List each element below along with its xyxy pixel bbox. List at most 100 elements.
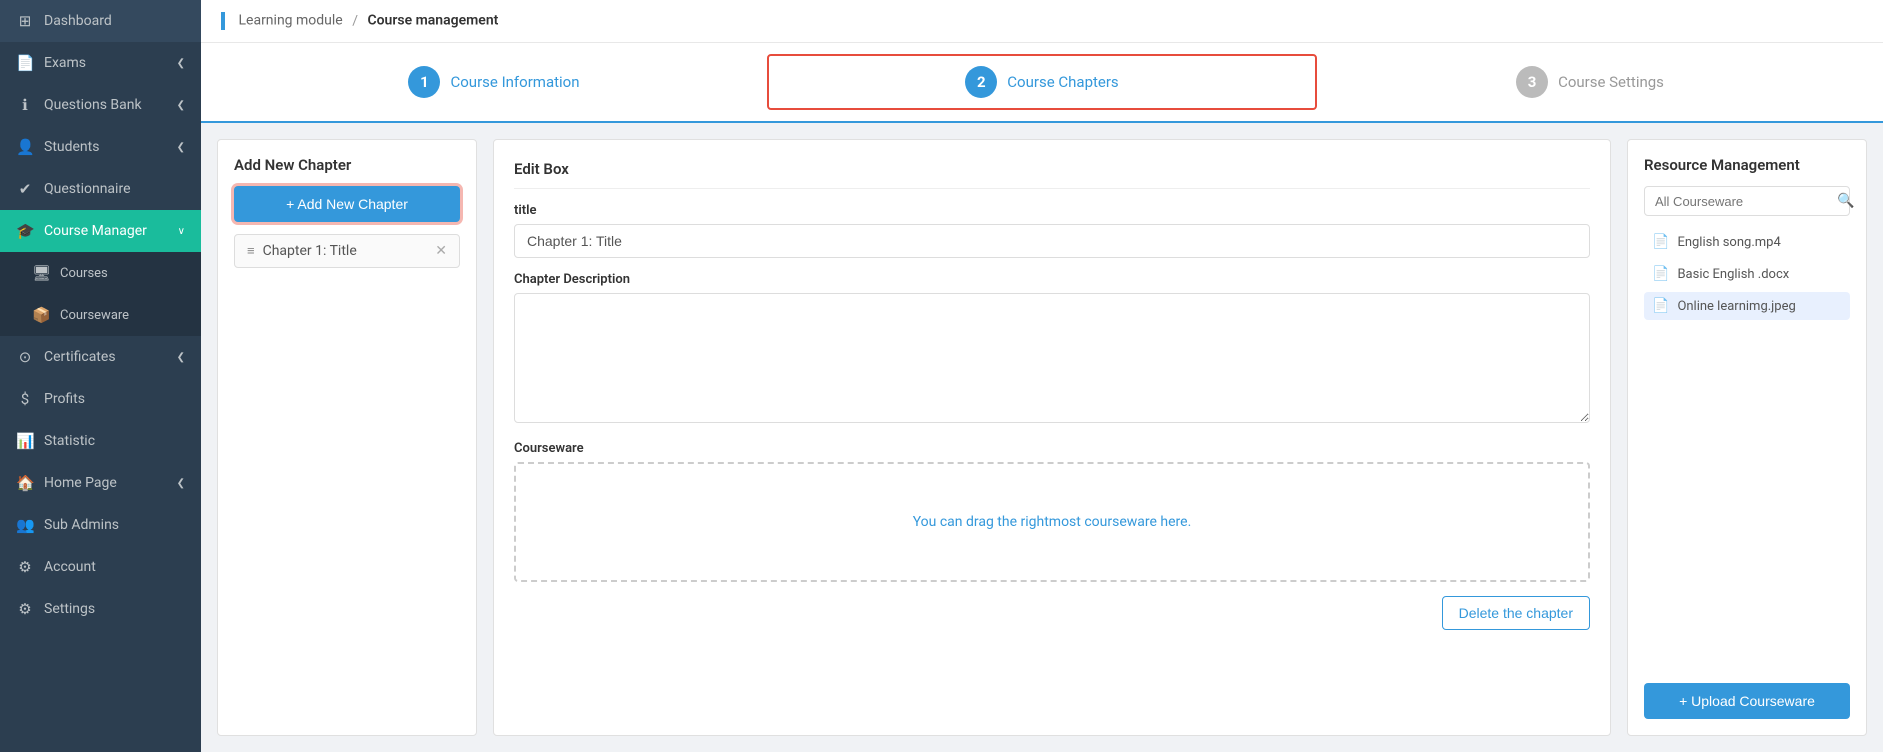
sidebar-label-courses: Courses — [60, 266, 108, 281]
step-2-number: 2 — [977, 73, 986, 91]
sidebar-item-exams[interactable]: 📄 Exams ❮ — [0, 42, 201, 84]
sidebar-item-courses[interactable]: 🖥 Courses — [0, 252, 201, 294]
resource-list: 📄 English song.mp4 📄 Basic English .docx… — [1644, 228, 1850, 320]
courses-icon: 🖥 — [32, 264, 50, 282]
breadcrumb-separator: / — [352, 13, 358, 29]
right-panel: Resource Management 🔍 📄 English song.mp4… — [1627, 139, 1867, 736]
sidebar-label-certificates: Certificates — [44, 349, 116, 365]
sidebar-label-profits: Profits — [44, 391, 85, 407]
left-panel-title: Add New Chapter — [234, 156, 460, 174]
page-body: Add New Chapter + Add New Chapter ≡ Chap… — [201, 123, 1883, 752]
description-textarea[interactable] — [514, 293, 1590, 423]
breadcrumb-parent[interactable]: Learning module — [238, 13, 342, 29]
profits-icon: $ — [16, 390, 34, 408]
file-icon-0: 📄 — [1652, 234, 1669, 250]
step-3-circle: 3 — [1516, 66, 1548, 98]
sidebar-label-sub-admins: Sub Admins — [44, 517, 119, 533]
chevron-icon: ❮ — [177, 58, 185, 69]
description-field-label: Chapter Description — [514, 272, 1590, 287]
step-2[interactable]: 2 Course Chapters — [767, 54, 1317, 110]
courseware-field-label: Courseware — [514, 441, 1590, 456]
resource-name-2: Online learnimg.jpeg — [1677, 299, 1795, 314]
description-field: Chapter Description — [514, 272, 1590, 427]
chevron-icon: ❮ — [177, 142, 185, 153]
homepage-icon: 🏠 — [16, 474, 34, 492]
chapter-close-button[interactable]: ✕ — [435, 243, 447, 259]
statistic-icon: 📊 — [16, 432, 34, 450]
file-icon-2: 📄 — [1652, 298, 1669, 314]
sidebar-item-courseware[interactable]: 📦 Courseware — [0, 294, 201, 336]
dashboard-icon: ⊞ — [16, 12, 34, 30]
sidebar-item-homepage[interactable]: 🏠 Home Page ❮ — [0, 462, 201, 504]
sidebar-item-certificates[interactable]: ⊙ Certificates ❮ — [0, 336, 201, 378]
resource-item-0[interactable]: 📄 English song.mp4 — [1644, 228, 1850, 256]
chevron-icon: ❮ — [177, 100, 185, 111]
left-panel: Add New Chapter + Add New Chapter ≡ Chap… — [217, 139, 477, 736]
sidebar-item-dashboard[interactable]: ⊞ Dashboard — [0, 0, 201, 42]
sidebar-item-account[interactable]: ⚙ Account — [0, 546, 201, 588]
step-2-circle: 2 — [965, 66, 997, 98]
breadcrumb-current: Course management — [367, 13, 498, 29]
courseware-drop-hint: You can drag the rightmost courseware he… — [913, 514, 1192, 530]
upload-courseware-button[interactable]: + Upload Courseware — [1644, 683, 1850, 719]
file-icon-1: 📄 — [1652, 266, 1669, 282]
step-1-circle: 1 — [408, 66, 440, 98]
courseware-drop-zone[interactable]: You can drag the rightmost courseware he… — [514, 462, 1590, 582]
delete-chapter-button[interactable]: Delete the chapter — [1442, 596, 1590, 630]
sidebar-label-questions-bank: Questions Bank — [44, 97, 142, 113]
search-input[interactable] — [1655, 194, 1831, 209]
edit-box-title: Edit Box — [514, 160, 1590, 189]
questions-bank-icon: ℹ — [16, 96, 34, 114]
sidebar-label-account: Account — [44, 559, 96, 575]
sub-admins-icon: 👥 — [16, 516, 34, 534]
courseware-icon: 📦 — [32, 306, 50, 324]
chapter-item[interactable]: ≡ Chapter 1: Title ✕ — [234, 234, 460, 268]
sidebar-item-settings[interactable]: ⚙ Settings — [0, 588, 201, 630]
search-icon: 🔍 — [1837, 193, 1854, 209]
certificates-icon: ⊙ — [16, 348, 34, 366]
sidebar-label-homepage: Home Page — [44, 475, 117, 491]
chevron-icon: ❮ — [177, 352, 185, 363]
sidebar-item-statistic[interactable]: 📊 Statistic — [0, 420, 201, 462]
search-box[interactable]: 🔍 — [1644, 186, 1850, 216]
step-3-label: Course Settings — [1558, 73, 1664, 91]
title-input[interactable] — [514, 224, 1590, 258]
step-1-label: Course Information — [450, 73, 579, 91]
resource-name-0: English song.mp4 — [1677, 235, 1780, 250]
sidebar-label-students: Students — [44, 139, 99, 155]
center-panel: Edit Box title Chapter Description Cours… — [493, 139, 1611, 736]
resource-name-1: Basic English .docx — [1677, 267, 1789, 282]
sidebar-item-questionnaire[interactable]: ✔ Questionnaire — [0, 168, 201, 210]
sidebar-label-exams: Exams — [44, 55, 86, 71]
sidebar-label-statistic: Statistic — [44, 433, 95, 449]
sidebar-label-course-manager: Course Manager — [44, 223, 147, 239]
step-1[interactable]: 1 Course Information — [221, 56, 767, 108]
sidebar-item-course-manager[interactable]: 🎓 Course Manager ∨ — [0, 210, 201, 252]
resource-item-2[interactable]: 📄 Online learnimg.jpeg — [1644, 292, 1850, 320]
breadcrumb: Learning module / Course management — [201, 0, 1883, 43]
sidebar-label-settings: Settings — [44, 601, 95, 617]
sidebar-label-courseware: Courseware — [60, 308, 129, 323]
course-manager-icon: 🎓 — [16, 222, 34, 240]
sidebar-item-students[interactable]: 👤 Students ❮ — [0, 126, 201, 168]
students-icon: 👤 — [16, 138, 34, 156]
step-3[interactable]: 3 Course Settings — [1317, 56, 1863, 108]
exams-icon: 📄 — [16, 54, 34, 72]
chevron-icon: ❮ — [177, 478, 185, 489]
resource-item-1[interactable]: 📄 Basic English .docx — [1644, 260, 1850, 288]
sidebar-label-dashboard: Dashboard — [44, 13, 112, 29]
courseware-field: Courseware You can drag the rightmost co… — [514, 441, 1590, 582]
sidebar: ⊞ Dashboard 📄 Exams ❮ ℹ Questions Bank ❮… — [0, 0, 201, 752]
sidebar-item-sub-admins[interactable]: 👥 Sub Admins — [0, 504, 201, 546]
add-chapter-button[interactable]: + Add New Chapter — [234, 186, 460, 222]
chapter-label: Chapter 1: Title — [263, 243, 357, 259]
breadcrumb-bar — [221, 12, 225, 30]
sidebar-item-questions-bank[interactable]: ℹ Questions Bank ❮ — [0, 84, 201, 126]
step-3-number: 3 — [1528, 73, 1537, 91]
settings-icon: ⚙ — [16, 600, 34, 618]
sidebar-item-profits[interactable]: $ Profits — [0, 378, 201, 420]
title-field-label: title — [514, 203, 1590, 218]
steps-bar: 1 Course Information 2 Course Chapters 3… — [201, 43, 1883, 123]
title-field: title — [514, 203, 1590, 258]
sidebar-label-questionnaire: Questionnaire — [44, 181, 131, 197]
